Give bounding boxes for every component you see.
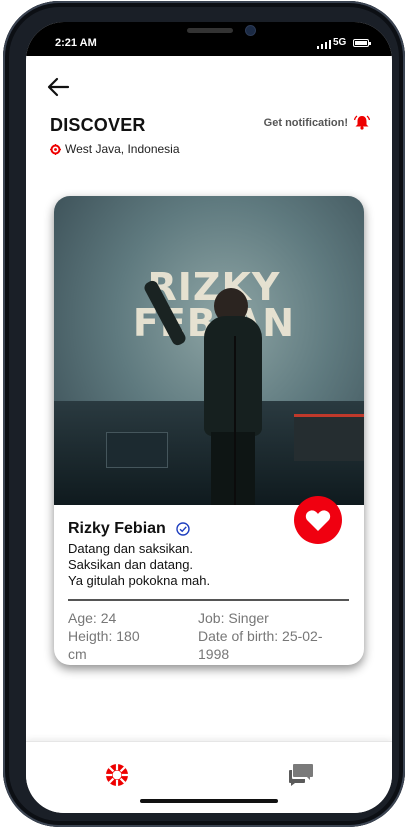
age-info: Age: 24 [68,610,117,626]
height-line1: Heigth: 180 [68,628,140,644]
mic-stand [234,336,236,505]
location-pin-icon [50,143,61,155]
height-line2: cm [68,646,87,662]
stage-keyboard [294,414,364,461]
speaker [187,28,233,33]
network-type: 5G [333,37,347,48]
page-title: DISCOVER [50,115,146,135]
status-bar: 2:21 AM 5G [26,22,392,56]
bio-line: Ya gitulah pokokna mah. [68,573,211,588]
phone-frame: 2:21 AM 5G DISCOVER West Java, Indonesia… [3,1,405,827]
profile-name: Rizky Febian [68,520,166,537]
stage-equipment [106,432,168,468]
profile-bio: Datang dan saksikan. Saksikan dan datang… [68,541,210,589]
location-label: West Java, Indonesia [65,142,180,156]
chat-icon[interactable] [288,763,314,787]
heart-icon [305,509,331,531]
card-divider [68,599,349,601]
singer-legs [211,432,255,505]
profile-card[interactable]: RIZKY FEBIAN Rizky Febian [54,196,364,665]
dob-line1: Date of birth: 25-02- [198,628,323,644]
camera [246,26,255,35]
discover-icon[interactable] [104,762,130,788]
notification-toggle[interactable]: Get notification! [264,115,370,130]
bio-line: Saksikan dan datang. [68,557,194,572]
singer-body [204,316,262,436]
notch [111,22,307,53]
verified-check-icon [176,522,190,536]
height-info: Heigth: 180 cm [68,627,140,663]
battery-icon [353,39,371,47]
bio-line: Datang dan saksikan. [68,541,194,556]
like-button[interactable] [294,496,342,544]
location: West Java, Indonesia [50,142,180,156]
dob-info: Date of birth: 25-02- 1998 [198,627,323,663]
job-info: Job: Singer [198,610,269,626]
home-indicator [140,799,278,803]
signal-icon [317,40,331,49]
status-time: 2:21 AM [55,37,97,49]
dob-line2: 1998 [198,646,230,662]
bell-icon [354,115,370,130]
name-row: Rizky Febian [68,520,190,538]
back-arrow-icon[interactable] [46,76,70,98]
screen: 2:21 AM 5G DISCOVER West Java, Indonesia… [26,22,392,813]
profile-photo: RIZKY FEBIAN [54,196,364,505]
notification-label: Get notification! [263,116,348,129]
